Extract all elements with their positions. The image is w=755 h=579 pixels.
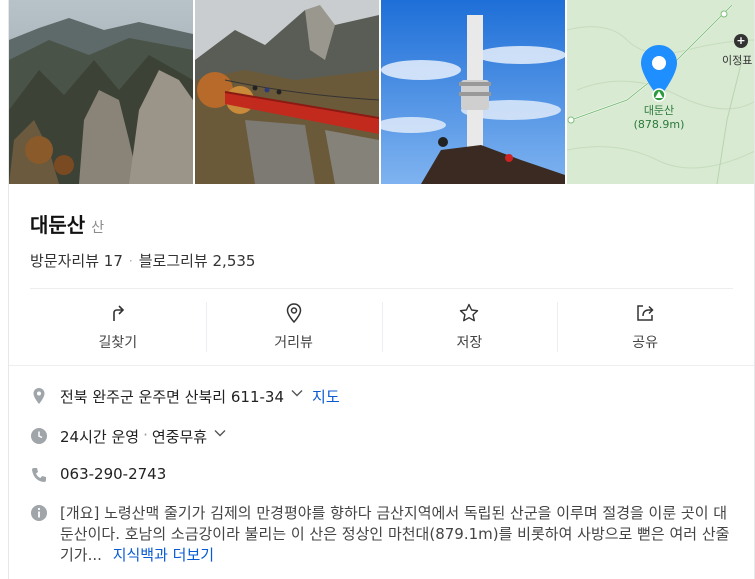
map-link[interactable]: 지도 bbox=[312, 386, 340, 407]
blog-review-label: 블로그리뷰 bbox=[138, 252, 208, 270]
separator-dot: · bbox=[128, 253, 133, 268]
address-row: 전북 완주군 운주면 산북리 611-34 지도 bbox=[30, 386, 733, 407]
star-icon bbox=[460, 303, 479, 322]
place-card: 대둔산 (878.9m) + 이정표 대둔산 산 방문자리뷰 17 · 블로그리… bbox=[8, 0, 755, 579]
mini-map[interactable]: 대둔산 (878.9m) + 이정표 bbox=[567, 0, 754, 184]
visitor-review-label: 방문자리뷰 bbox=[30, 252, 100, 270]
map-poi-label: 이정표 bbox=[722, 54, 753, 67]
visitor-review-link[interactable]: 방문자리뷰 17 bbox=[30, 250, 123, 271]
phone-row: 063-290-2743 bbox=[30, 465, 733, 484]
info-icon bbox=[31, 505, 47, 521]
holiday-text[interactable]: 연중무휴 bbox=[152, 426, 207, 447]
directions-label: 길찾기 bbox=[98, 335, 138, 351]
streetview-button[interactable]: 거리뷰 bbox=[205, 290, 382, 364]
share-button[interactable]: 공유 bbox=[557, 290, 733, 364]
visitor-review-count: 17 bbox=[103, 252, 123, 270]
photo-suspension-bridge[interactable] bbox=[195, 0, 379, 184]
hours-row: 24시간 운영 · 연중무휴 bbox=[30, 426, 733, 447]
place-category: 산 bbox=[91, 220, 105, 236]
divider bbox=[9, 365, 754, 366]
separator-dot: · bbox=[143, 426, 148, 444]
phone-text[interactable]: 063-290-2743 bbox=[60, 465, 166, 483]
save-button[interactable]: 저장 bbox=[381, 290, 558, 364]
save-label: 저장 bbox=[456, 335, 483, 351]
location-pin-icon bbox=[641, 45, 677, 102]
photo-summit-monument[interactable] bbox=[381, 0, 565, 184]
share-label: 공유 bbox=[632, 335, 658, 351]
divider bbox=[30, 288, 733, 289]
blog-review-count: 2,535 bbox=[212, 252, 256, 270]
place-name: 대둔산 bbox=[30, 213, 86, 237]
streetview-label: 거리뷰 bbox=[274, 335, 313, 351]
action-bar: 길찾기 거리뷰 저장 공유 bbox=[30, 290, 733, 364]
photo-mountain-rocks[interactable] bbox=[9, 0, 193, 184]
review-row: 방문자리뷰 17 · 블로그리뷰 2,535 bbox=[30, 250, 255, 271]
address-text[interactable]: 전북 완주군 운주면 산북리 611-34 bbox=[60, 386, 284, 407]
suspension-bridge-photo bbox=[195, 0, 379, 184]
description-block: [개요] 노령산맥 줄기가 김제의 만경평야를 향하다 금산지역에서 독립된 산… bbox=[60, 503, 733, 566]
summit-monument-photo bbox=[381, 0, 565, 184]
map-peak-height: (878.9m) bbox=[633, 118, 685, 131]
share-icon bbox=[637, 305, 654, 321]
chevron-down-icon[interactable] bbox=[290, 386, 304, 400]
clock-icon bbox=[31, 428, 47, 444]
map-poi-icon: + bbox=[734, 34, 748, 48]
knowledge-more-link[interactable]: 지식백과 더보기 bbox=[113, 546, 214, 564]
directions-button[interactable]: 길찾기 bbox=[30, 290, 206, 364]
blog-review-link[interactable]: 블로그리뷰 2,535 bbox=[139, 250, 256, 271]
chevron-down-icon[interactable] bbox=[213, 426, 227, 440]
description-row: [개요] 노령산맥 줄기가 김제의 만경평야를 향하다 금산지역에서 독립된 산… bbox=[30, 503, 733, 566]
hours-text[interactable]: 24시간 운영 bbox=[60, 426, 139, 447]
streetview-icon bbox=[286, 303, 301, 324]
photo-strip: 대둔산 (878.9m) + 이정표 bbox=[9, 0, 754, 184]
mountain-rocks-photo bbox=[9, 0, 193, 184]
phone-icon bbox=[32, 468, 46, 482]
title-row: 대둔산 산 bbox=[30, 209, 104, 238]
map-peak-name: 대둔산 bbox=[643, 104, 675, 117]
directions-icon bbox=[113, 305, 125, 321]
location-icon bbox=[33, 388, 45, 404]
